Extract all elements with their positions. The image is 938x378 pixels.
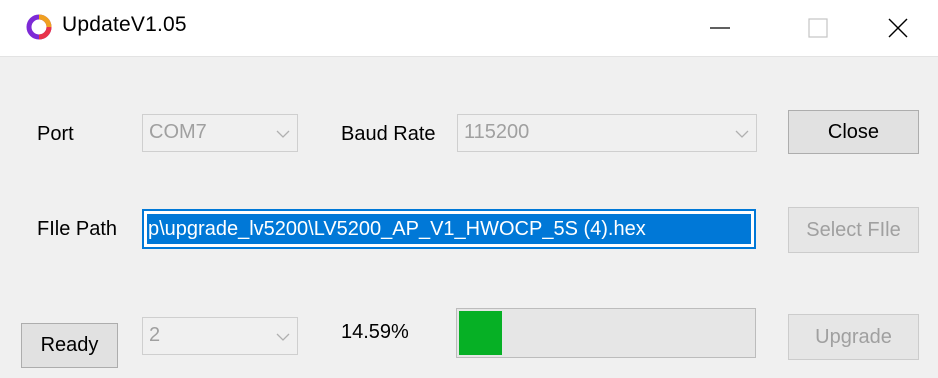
file-path-label: FIle Path [37,218,118,240]
chevron-down-icon [735,130,749,138]
status-ready-button[interactable]: Ready [21,323,118,368]
mode-value: 2 [149,324,161,346]
baud-rate-value: 115200 [464,121,530,143]
progress-bar [456,308,756,358]
port-select[interactable]: COM7 [142,114,298,152]
progress-fill [459,311,502,355]
port-value: COM7 [149,121,207,143]
mode-select[interactable]: 2 [142,317,298,355]
close-window-button[interactable] [858,0,938,56]
select-file-button[interactable]: Select FIle [788,207,919,253]
window-title: UpdateV1.05 [62,13,187,36]
file-path-value: p\upgrade_lv5200\LV5200_AP_V1_HWOCP_5S (… [147,214,751,244]
progress-percent: 14.59% [341,321,409,343]
close-button[interactable]: Close [788,110,919,154]
minimize-button[interactable] [680,0,760,56]
title-bar: UpdateV1.05 [0,0,938,57]
file-path-input[interactable]: p\upgrade_lv5200\LV5200_AP_V1_HWOCP_5S (… [142,209,756,249]
app-logo-icon [26,14,52,40]
baud-rate-label: Baud Rate [341,123,436,145]
maximize-icon [808,18,828,38]
chevron-down-icon [276,333,290,341]
close-icon [888,18,908,38]
minimize-icon [710,27,730,29]
chevron-down-icon [276,130,290,138]
maximize-button[interactable] [778,0,858,56]
baud-rate-select[interactable]: 115200 [457,114,757,152]
upgrade-button[interactable]: Upgrade [788,314,919,360]
port-label: Port [37,123,74,145]
